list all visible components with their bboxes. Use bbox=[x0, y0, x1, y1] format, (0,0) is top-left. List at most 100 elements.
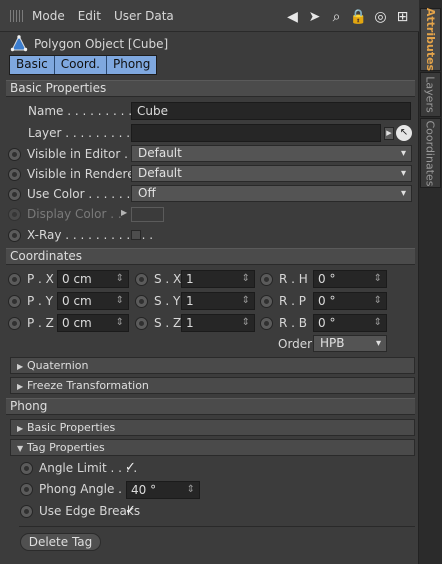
angle-limit-label: Angle Limit . . . . bbox=[39, 461, 138, 475]
animate-radio[interactable] bbox=[135, 294, 148, 308]
quaternion-group[interactable]: ▶ Quaternion bbox=[10, 357, 415, 374]
sz-label: S . Z bbox=[154, 316, 182, 330]
menu-user-data[interactable]: User Data bbox=[114, 9, 174, 23]
rotation-p-field[interactable]: 0 ° bbox=[313, 292, 387, 310]
display-color-label: Display Color . . bbox=[27, 207, 122, 221]
tag-properties-label: Tag Properties bbox=[27, 441, 105, 454]
menu-mode[interactable]: Mode bbox=[32, 9, 65, 23]
name-row: Name . . . . . . . . . . . bbox=[28, 101, 147, 121]
position-z-field[interactable]: 0 cm bbox=[57, 314, 129, 332]
tab-basic[interactable]: Basic bbox=[10, 56, 55, 74]
phong-section: Phong bbox=[6, 398, 415, 415]
phong-basic-properties-group[interactable]: ▶ Basic Properties bbox=[10, 419, 415, 436]
visible-editor-row: Visible in Editor . . bbox=[8, 144, 136, 164]
layer-arrow-icon[interactable]: ▶ bbox=[384, 127, 394, 140]
position-x-field[interactable]: 0 cm bbox=[57, 270, 129, 288]
attributes-tab-label: Attributes bbox=[424, 7, 438, 72]
rp-label: R . P bbox=[279, 294, 307, 308]
use-color-dropdown[interactable]: Off bbox=[131, 185, 412, 202]
scale-x-field[interactable]: 1 bbox=[181, 270, 255, 288]
use-color-row: Use Color . . . . . . . . bbox=[8, 184, 146, 204]
scale-y-row: S . Y bbox=[135, 291, 180, 311]
lock-icon[interactable]: 🔒 bbox=[350, 8, 367, 25]
animate-radio[interactable] bbox=[8, 294, 21, 308]
panel-grip-icon[interactable] bbox=[10, 9, 24, 22]
animate-radio[interactable] bbox=[20, 504, 33, 518]
menu-edit[interactable]: Edit bbox=[78, 9, 101, 23]
animate-radio bbox=[8, 207, 21, 221]
coordinate-row-1: P . X bbox=[8, 269, 54, 289]
object-header: Polygon Object [Cube] bbox=[10, 35, 168, 52]
phong-angle-label: Phong Angle . . . bbox=[39, 482, 138, 496]
animate-radio[interactable] bbox=[260, 272, 273, 286]
py-label: P . Y bbox=[27, 294, 54, 308]
animate-radio[interactable] bbox=[20, 482, 33, 496]
layer-field[interactable] bbox=[131, 124, 381, 142]
attribute-tabs: Basic Coord. Phong bbox=[9, 55, 158, 75]
animate-radio[interactable] bbox=[135, 316, 148, 330]
animate-radio[interactable] bbox=[8, 167, 21, 181]
scale-z-field[interactable]: 1 bbox=[181, 314, 255, 332]
display-color-swatch bbox=[131, 207, 164, 222]
xray-checkbox[interactable] bbox=[131, 230, 141, 240]
scale-z-row: S . Z bbox=[135, 313, 181, 333]
animate-radio[interactable] bbox=[8, 316, 21, 330]
coordinate-row-2: P . Y bbox=[8, 291, 53, 311]
coordinates-tab-label: Coordinates bbox=[424, 119, 438, 187]
tab-coord[interactable]: Coord. bbox=[54, 56, 107, 74]
rotation-h-field[interactable]: 0 ° bbox=[313, 270, 387, 288]
animate-radio[interactable] bbox=[8, 228, 21, 242]
animate-radio[interactable] bbox=[8, 147, 21, 161]
tag-properties-group[interactable]: ▼ Tag Properties bbox=[10, 439, 415, 456]
scale-y-field[interactable]: 1 bbox=[181, 292, 255, 310]
cursor-icon[interactable]: ➤ bbox=[306, 8, 323, 25]
rotation-b-field[interactable]: 0 ° bbox=[313, 314, 387, 332]
freeze-transformation-group[interactable]: ▶ Freeze Transformation bbox=[10, 377, 415, 394]
sx-label: S . X bbox=[154, 272, 182, 286]
tab-layers[interactable]: Layers bbox=[420, 72, 441, 117]
pick-layer-icon[interactable]: ↖ bbox=[396, 125, 412, 141]
delete-tag-button[interactable]: Delete Tag bbox=[20, 533, 101, 551]
basic-properties-section: Basic Properties bbox=[6, 80, 415, 97]
rotation-h-row: R . H bbox=[260, 269, 308, 289]
tab-phong[interactable]: Phong bbox=[107, 56, 157, 74]
angle-limit-checkbox[interactable]: ✓ bbox=[125, 461, 136, 474]
attribute-manager: Mode Edit User Data ◀ ➤ ⌕ 🔒 ◎ ⊞ Polygon … bbox=[0, 0, 442, 564]
tab-coordinates[interactable]: Coordinates bbox=[420, 118, 441, 188]
add-icon[interactable]: ⊞ bbox=[394, 8, 411, 25]
expand-icon: ▶ bbox=[17, 362, 24, 371]
divider bbox=[19, 526, 415, 527]
edge-breaks-row: Use Edge Breaks bbox=[20, 501, 140, 521]
visible-renderer-label: Visible in Renderer bbox=[27, 167, 140, 181]
tab-attributes[interactable]: Attributes bbox=[420, 8, 441, 71]
expand-icon: ▶ bbox=[17, 424, 24, 433]
object-title: Polygon Object [Cube] bbox=[34, 36, 169, 51]
menu-bar: Mode Edit User Data ◀ ➤ ⌕ 🔒 ◎ ⊞ bbox=[0, 0, 419, 32]
quaternion-label: Quaternion bbox=[27, 359, 89, 372]
back-arrow-icon[interactable]: ◀ bbox=[284, 8, 301, 25]
animate-radio[interactable] bbox=[260, 316, 273, 330]
tool-icons: ◀ ➤ ⌕ 🔒 ◎ ⊞ bbox=[284, 8, 411, 25]
animate-radio[interactable] bbox=[260, 294, 273, 308]
polygon-object-icon bbox=[10, 35, 28, 52]
display-color-row: Display Color . . bbox=[8, 204, 122, 224]
animate-radio[interactable] bbox=[135, 272, 148, 286]
target-icon[interactable]: ◎ bbox=[372, 8, 389, 25]
animate-radio[interactable] bbox=[20, 461, 33, 475]
scale-x-row: S . X bbox=[135, 269, 181, 289]
phong-basic-properties-label: Basic Properties bbox=[27, 421, 116, 434]
visible-editor-dropdown[interactable]: Default bbox=[131, 145, 412, 162]
collapse-icon: ▼ bbox=[17, 444, 24, 453]
rotation-order-dropdown[interactable]: HPB bbox=[313, 335, 387, 352]
animate-radio[interactable] bbox=[8, 272, 21, 286]
animate-radio[interactable] bbox=[8, 187, 21, 201]
name-field[interactable]: Cube bbox=[131, 102, 411, 120]
freeze-transformation-label: Freeze Transformation bbox=[27, 379, 149, 392]
search-icon[interactable]: ⌕ bbox=[328, 8, 345, 25]
px-label: P . X bbox=[27, 272, 54, 286]
phong-angle-field[interactable]: 40 ° bbox=[126, 481, 200, 499]
phong-angle-row: Phong Angle . . . bbox=[20, 479, 137, 499]
position-y-field[interactable]: 0 cm bbox=[57, 292, 129, 310]
use-edge-breaks-checkbox[interactable]: ✓ bbox=[125, 504, 136, 517]
visible-renderer-dropdown[interactable]: Default bbox=[131, 165, 412, 182]
